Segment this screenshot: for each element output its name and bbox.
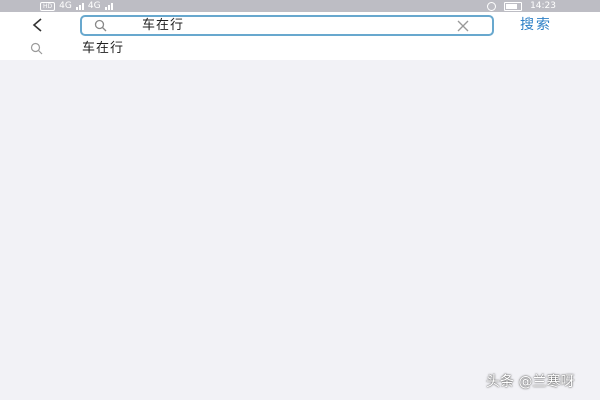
- close-icon[interactable]: [456, 19, 470, 33]
- signal-bars-icon-2: [104, 2, 113, 10]
- search-button[interactable]: 搜索: [520, 14, 552, 36]
- alarm-icon: [487, 1, 497, 11]
- back-button[interactable]: [26, 14, 48, 36]
- status-time: 14:23: [530, 1, 556, 11]
- chevron-left-icon: [32, 18, 42, 32]
- status-bar: HD 4G 4G 14:23: [0, 0, 600, 12]
- signal-label-2: 4G: [87, 1, 101, 11]
- search-input[interactable]: 车在行: [80, 15, 494, 36]
- results-area: [0, 60, 600, 400]
- suggestion-text: 车在行: [82, 41, 125, 56]
- watermark: 头条 @兰寒呀: [486, 374, 575, 390]
- search-icon: [30, 42, 43, 55]
- status-bar-right: 14:23: [487, 0, 556, 12]
- status-bar-left: HD 4G 4G: [40, 0, 113, 12]
- signal-bars-icon: [75, 2, 84, 10]
- search-icon: [94, 19, 107, 32]
- search-input-value: 车在行: [142, 18, 185, 33]
- search-header: 车在行 搜索: [0, 12, 600, 38]
- suggestion-item[interactable]: 车在行: [0, 38, 600, 60]
- signal-label-1: 4G: [59, 1, 72, 11]
- hd-badge: HD: [40, 1, 56, 11]
- battery-icon: [504, 1, 523, 11]
